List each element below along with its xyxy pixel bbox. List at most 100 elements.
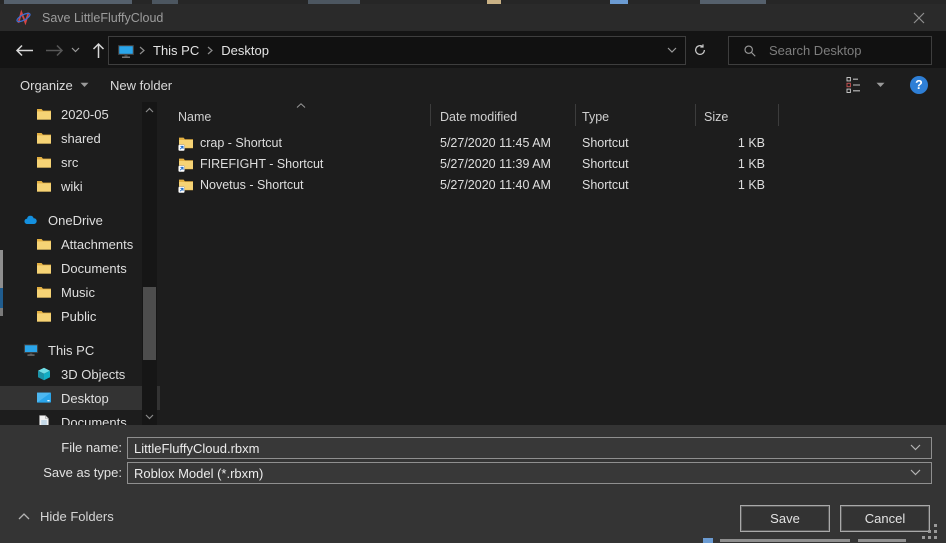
view-options-chevron-button[interactable]	[876, 81, 885, 89]
desktop-icon	[36, 390, 52, 406]
table-row[interactable]: Novetus - Shortcut5/27/2020 11:40 AMShor…	[160, 174, 946, 195]
column-header-size[interactable]: Size	[704, 102, 764, 128]
organize-label: Organize	[20, 78, 73, 93]
hide-folders-label: Hide Folders	[40, 509, 114, 524]
details-view-icon	[846, 76, 866, 94]
scroll-up-button[interactable]	[142, 102, 157, 118]
sidebar-item-attachments[interactable]: Attachments	[0, 232, 160, 256]
sidebar-item-documents[interactable]: Documents	[0, 256, 160, 280]
background-fragment	[720, 539, 850, 542]
sidebar-item-3d-objects[interactable]: 3D Objects	[0, 362, 160, 386]
sidebar-item-label: 2020-05	[61, 107, 109, 122]
help-question-icon: ?	[915, 78, 923, 92]
address-bar[interactable]: This PC Desktop	[108, 36, 686, 65]
sidebar-item-src[interactable]: src	[0, 150, 160, 174]
sidebar-item-this-pc[interactable]: This PC	[0, 338, 160, 362]
hide-folders-button[interactable]: Hide Folders	[18, 509, 114, 524]
sidebar-item-label: Desktop	[61, 391, 109, 406]
sidebar-item-desktop[interactable]: Desktop	[0, 386, 160, 410]
table-row[interactable]: crap - Shortcut5/27/2020 11:45 AMShortcu…	[160, 132, 946, 153]
file-type: Shortcut	[582, 157, 629, 171]
new-folder-button[interactable]: New folder	[110, 68, 172, 102]
file-name-input[interactable]	[128, 441, 894, 456]
search-box[interactable]	[728, 36, 932, 65]
sidebar-item-label: Music	[61, 285, 95, 300]
folder-icon	[36, 260, 52, 276]
address-dropdown-button[interactable]	[667, 47, 677, 54]
sidebar-item-onedrive[interactable]: OneDrive	[0, 208, 160, 232]
folder-shortcut-icon	[178, 177, 194, 193]
sidebar-item-label: OneDrive	[48, 213, 103, 228]
folder-icon	[36, 308, 52, 324]
main-area: 2020-05sharedsrcwikiOneDriveAttachmentsD…	[0, 102, 946, 425]
file-name: FIREFIGHT - Shortcut	[200, 157, 323, 171]
help-button[interactable]: ?	[910, 76, 928, 94]
chevron-up-icon	[18, 513, 30, 520]
forward-button[interactable]	[42, 38, 66, 62]
column-header-type[interactable]: Type	[582, 102, 688, 128]
sidebar-item-label: shared	[61, 131, 101, 146]
save-as-type-value: Roblox Model (*.rbxm)	[128, 466, 263, 481]
sidebar-item-2020-05[interactable]: 2020-05	[0, 102, 160, 126]
sidebar-item-label: src	[61, 155, 78, 170]
up-button[interactable]	[86, 38, 110, 62]
this-pc-icon	[23, 342, 39, 358]
breadcrumb-this-pc[interactable]: This PC	[149, 43, 203, 58]
details-view-button[interactable]	[846, 76, 866, 94]
column-separator[interactable]	[778, 104, 779, 126]
dropdown-chevron-icon[interactable]	[910, 469, 921, 476]
cancel-button[interactable]: Cancel	[840, 505, 930, 532]
document-icon	[36, 414, 52, 425]
file-list: Name Date modified Type Size crap - Shor…	[160, 102, 946, 425]
file-type: Shortcut	[582, 178, 629, 192]
back-button[interactable]	[12, 38, 36, 62]
recent-locations-button[interactable]	[66, 38, 84, 62]
sidebar-item-label: Public	[61, 309, 96, 324]
file-size: 1 KB	[695, 157, 765, 171]
sidebar-scrollbar[interactable]	[142, 102, 157, 425]
sidebar-item-label: 3D Objects	[61, 367, 125, 382]
save-as-type-label: Save as type:	[0, 465, 122, 480]
sidebar-item-public[interactable]: Public	[0, 304, 160, 328]
file-name-combobox[interactable]	[127, 437, 932, 459]
column-separator[interactable]	[695, 104, 696, 126]
background-fragment	[0, 250, 3, 288]
sidebar-item-wiki[interactable]: wiki	[0, 174, 160, 198]
folder-shortcut-icon	[178, 135, 194, 151]
refresh-icon	[693, 43, 707, 57]
file-name-label: File name:	[0, 440, 122, 455]
sort-ascending-icon	[296, 103, 306, 108]
sidebar-item-shared[interactable]: shared	[0, 126, 160, 150]
search-input[interactable]	[767, 42, 921, 59]
column-separator[interactable]	[575, 104, 576, 126]
dropdown-chevron-icon[interactable]	[910, 444, 921, 451]
table-row[interactable]: FIREFIGHT - Shortcut 5/27/2020 11:39 AM Sh…	[160, 153, 946, 174]
chevron-down-icon	[71, 47, 80, 53]
cube-icon	[36, 366, 52, 382]
refresh-button[interactable]	[688, 39, 712, 61]
sidebar-item-music[interactable]: Music	[0, 280, 160, 304]
file-date-modified: 5/27/2020 11:39 AM	[440, 157, 551, 171]
search-icon	[743, 44, 757, 58]
breadcrumb-separator-icon	[139, 46, 145, 55]
close-button[interactable]	[898, 4, 940, 31]
save-as-type-select[interactable]: Roblox Model (*.rbxm)	[127, 462, 932, 484]
file-name: crap - Shortcut	[200, 136, 282, 150]
sidebar-item-label: This PC	[48, 343, 94, 358]
scrollbar-thumb[interactable]	[143, 287, 156, 360]
onedrive-icon	[23, 212, 39, 228]
file-date-modified: 5/27/2020 11:45 AM	[440, 136, 551, 150]
breadcrumb-desktop[interactable]: Desktop	[217, 43, 273, 58]
folder-icon	[36, 236, 52, 252]
organize-button[interactable]: Organize	[20, 68, 89, 102]
background-fragment	[703, 538, 713, 543]
save-dialog-footer: File name: Save as type: Roblox Model (*…	[0, 425, 946, 543]
save-button[interactable]: Save	[740, 505, 830, 532]
scroll-down-button[interactable]	[142, 409, 157, 425]
resize-grip[interactable]	[920, 523, 942, 541]
sidebar-item-documents[interactable]: Documents	[0, 410, 160, 425]
column-separator[interactable]	[430, 104, 431, 126]
file-date-modified: 5/27/2020 11:40 AM	[440, 178, 551, 192]
background-window-sliver	[0, 536, 946, 543]
column-header-date-modified[interactable]: Date modified	[440, 102, 575, 128]
